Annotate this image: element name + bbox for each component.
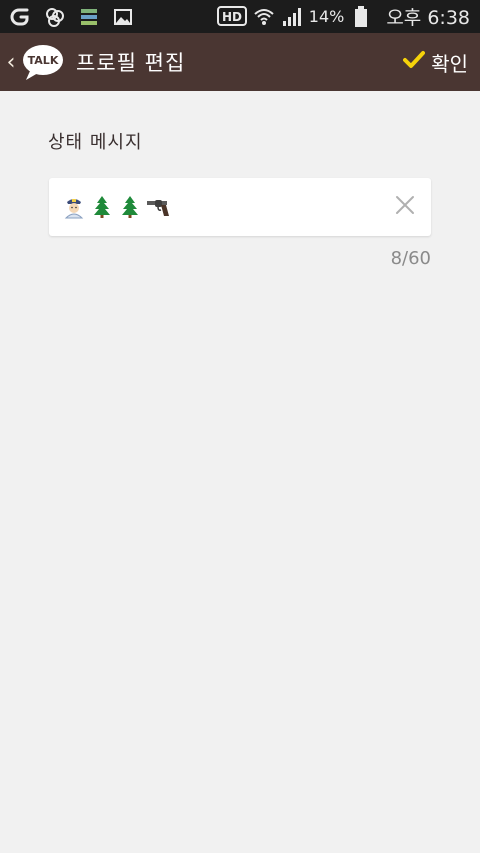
logo-text: TALK xyxy=(28,54,59,67)
status-message-label: 상태 메시지 xyxy=(48,132,143,153)
storage-icon xyxy=(78,6,100,28)
hd-label: HD xyxy=(222,10,242,24)
confirm-label: 확인 xyxy=(431,51,468,76)
signal-icon xyxy=(281,6,303,28)
battery-percent: 14% xyxy=(308,7,345,26)
status-bar: HD 14% 오후 6:38 xyxy=(0,0,480,33)
status-bar-right: HD 14% 오후 6:38 xyxy=(216,3,470,30)
status-bar-left xyxy=(10,6,134,28)
back-navigation[interactable]: ‹ TALK 프로필 편집 xyxy=(4,42,185,82)
clear-text-button[interactable] xyxy=(391,193,419,221)
kakaotalk-logo-icon: TALK xyxy=(20,42,66,82)
battery-icon xyxy=(350,5,372,28)
status-message-field[interactable] xyxy=(49,178,431,236)
check-icon xyxy=(403,50,426,75)
notification-g-icon xyxy=(10,6,32,28)
close-icon xyxy=(394,194,416,220)
wifi-icon xyxy=(253,6,275,28)
app-icon xyxy=(44,6,66,28)
chevron-left-icon[interactable]: ‹ xyxy=(4,50,18,75)
gallery-icon xyxy=(112,6,134,28)
police-officer-icon xyxy=(61,194,87,220)
page-title: 프로필 편집 xyxy=(76,51,186,75)
confirm-button[interactable]: 확인 xyxy=(403,48,468,77)
revolver-icon xyxy=(145,194,171,220)
clock: 오후 6:38 xyxy=(386,7,470,29)
tree-icon xyxy=(117,194,143,220)
hd-icon: HD xyxy=(216,5,247,28)
tree-icon xyxy=(89,194,115,220)
action-bar: ‹ TALK 프로필 편집 확인 xyxy=(0,33,480,91)
status-message-input[interactable] xyxy=(61,194,391,220)
character-counter: 8/60 xyxy=(390,248,431,269)
